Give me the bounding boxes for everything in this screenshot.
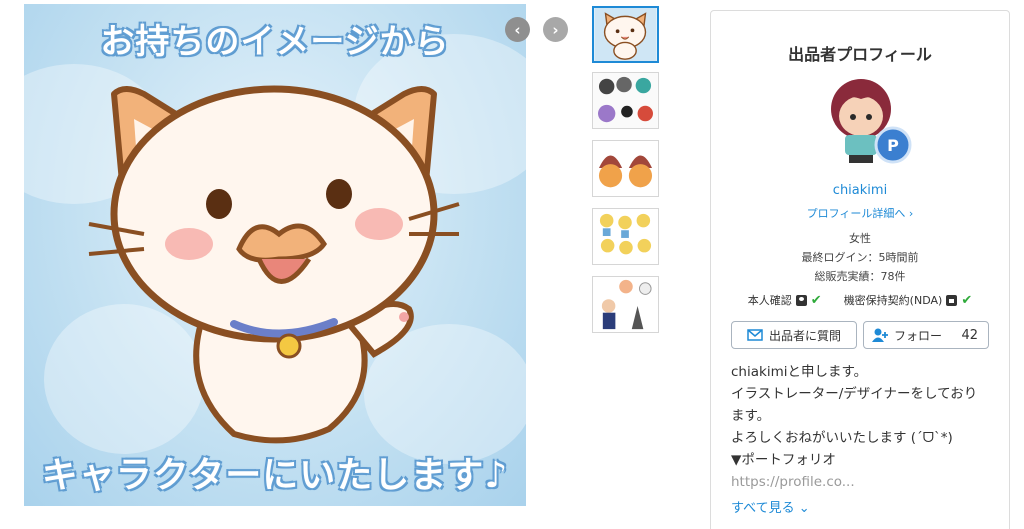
intro-line: イラストレーター/デザイナーをしており [731, 386, 978, 402]
seller-introduction: chiakimiと申します。 イラストレーター/デザイナーをしており ます。 よ… [731, 361, 1001, 493]
id-card-icon [795, 294, 807, 306]
cat-thumbnail-image [594, 8, 657, 61]
characters-thumbnail-image [593, 73, 658, 128]
profile-detail-link[interactable]: プロフィール詳細へ › [711, 205, 1009, 221]
thumbnail-2[interactable] [592, 72, 659, 129]
ask-seller-button[interactable]: 出品者に質問 [731, 321, 857, 349]
chevron-left-icon: ‹ [514, 20, 521, 39]
document-lock-icon [946, 294, 958, 306]
see-all-link[interactable]: すべて見る ⌄ [731, 497, 810, 516]
identity-verified-label: 本人確認 [747, 294, 792, 307]
avatar-image: P [831, 79, 912, 164]
avatar[interactable]: P [821, 71, 916, 171]
previous-image-button[interactable]: ‹ [505, 17, 530, 42]
follow-label: フォロー [894, 328, 943, 343]
mascot-thumbnail-image [593, 277, 658, 332]
cat-illustration [88, 85, 460, 444]
card-title: 出品者プロフィール [788, 45, 932, 64]
check-icon: ✔ [961, 292, 973, 308]
intro-line: ます。 [731, 408, 771, 424]
banner-bottom-text: キャラクターにいたします♪ [41, 455, 509, 496]
seller-profile-card: 出品者プロフィール P chiakimi プロフィール詳細へ › 女性 最終ログ… [710, 10, 1010, 529]
last-login: 最終ログイン：5時間前 [801, 251, 919, 264]
envelope-icon [747, 329, 763, 341]
check-icon: ✔ [810, 292, 822, 308]
follower-count: 42 [961, 327, 978, 343]
portfolio-link-text: https://profile.co... [731, 474, 855, 490]
add-user-icon [872, 328, 888, 342]
verification-row: 本人確認 ✔ 機密保持契約(NDA) ✔ [711, 292, 1009, 308]
main-product-image: お持ちのイメージから キャラクターにいたします♪ [24, 4, 526, 506]
chevron-right-icon: › [552, 20, 559, 39]
thumbnail-1[interactable] [592, 6, 659, 63]
intro-line: chiakimiと申します。 [731, 364, 868, 380]
thumbnail-4[interactable] [592, 208, 659, 265]
intro-line: よろしくおねがいいたします (´ᗜ`*) [731, 430, 953, 446]
seller-gender: 女性 [849, 232, 871, 245]
thumbnail-5[interactable] [592, 276, 659, 333]
next-image-button[interactable]: › [543, 17, 568, 42]
intro-line: ▼ポートフォリオ [731, 452, 836, 468]
seller-username-link[interactable]: chiakimi [711, 183, 1009, 198]
blonde-characters-thumbnail-image [593, 209, 658, 264]
ask-seller-label: 出品者に質問 [768, 328, 841, 343]
ribbon-badge-icon: P [874, 126, 912, 164]
follow-button[interactable]: フォロー 42 [863, 321, 989, 349]
total-sales: 総販売実績：78件 [814, 270, 906, 283]
chestnut-characters-thumbnail-image [593, 141, 658, 196]
nda-label: 機密保持契約(NDA) [843, 294, 943, 307]
thumbnail-3[interactable] [592, 140, 659, 197]
svg-text:P: P [887, 136, 899, 155]
